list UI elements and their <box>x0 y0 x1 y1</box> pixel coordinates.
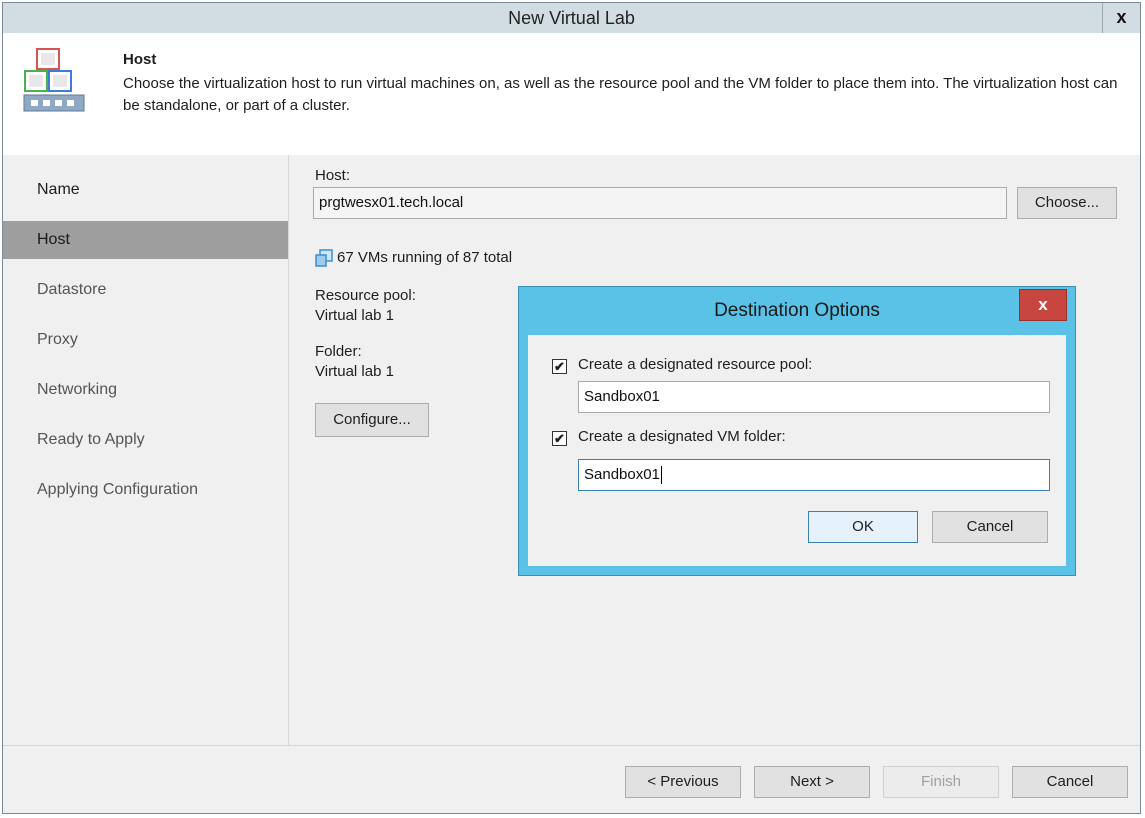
folder-checkbox[interactable]: ✔ <box>552 431 567 446</box>
resource-pool-value: Virtual lab 1 <box>315 307 394 324</box>
dialog-body: ✔ Create a designated resource pool: San… <box>528 335 1066 566</box>
step-ready-to-apply[interactable]: Ready to Apply <box>3 415 288 465</box>
host-field[interactable]: prgtwesx01.tech.local <box>313 187 1007 219</box>
wizard-steps: Name Host Datastore Proxy Networking Rea… <box>3 155 289 745</box>
text-caret <box>660 466 662 485</box>
vm-icon <box>315 249 333 267</box>
vms-status: 67 VMs running of 87 total <box>337 249 513 266</box>
dialog-close-button[interactable]: x <box>1019 289 1067 321</box>
folder-label: Folder: <box>315 343 362 360</box>
dialog-title: Destination Options <box>714 300 880 321</box>
wizard-footer: < Previous Next > Finish Cancel <box>3 745 1140 816</box>
resource-pool-label: Resource pool: <box>315 287 416 304</box>
step-name[interactable]: Name <box>3 165 288 215</box>
folder-checkbox-label: Create a designated VM folder: <box>578 428 786 445</box>
folder-value: Virtual lab 1 <box>315 363 394 380</box>
dialog-cancel-button[interactable]: Cancel <box>932 511 1048 543</box>
host-icon <box>23 48 85 112</box>
finish-button[interactable]: Finish <box>883 766 999 798</box>
step-description: Choose the virtualization host to run vi… <box>123 75 1118 114</box>
step-title: Host <box>123 51 157 68</box>
next-button[interactable]: Next > <box>754 766 870 798</box>
pool-checkbox[interactable]: ✔ <box>552 359 567 374</box>
step-host[interactable]: Host <box>3 221 288 259</box>
step-proxy[interactable]: Proxy <box>3 315 288 365</box>
host-label: Host: <box>315 167 351 184</box>
resource-pool-input[interactable]: Sandbox01 <box>578 381 1050 413</box>
vm-folder-input[interactable]: Sandbox01 <box>578 459 1050 491</box>
dialog-ok-button[interactable]: OK <box>808 511 918 543</box>
configure-button[interactable]: Configure... <box>315 403 429 437</box>
vm-folder-value: Sandbox01 <box>584 466 660 483</box>
pool-checkbox-label: Create a designated resource pool: <box>578 356 813 373</box>
title-bar: New Virtual Lab x <box>3 3 1140 33</box>
window-title: New Virtual Lab <box>508 8 635 28</box>
step-applying-configuration[interactable]: Applying Configuration <box>3 465 288 515</box>
destination-options-dialog: Destination Options x ✔ Create a designa… <box>518 286 1076 576</box>
cancel-button[interactable]: Cancel <box>1012 766 1128 798</box>
previous-button[interactable]: < Previous <box>625 766 741 798</box>
step-datastore[interactable]: Datastore <box>3 265 288 315</box>
wizard-header: Host Choose the virtualization host to r… <box>3 33 1140 155</box>
step-networking[interactable]: Networking <box>3 365 288 415</box>
close-button[interactable]: x <box>1102 3 1140 33</box>
choose-button[interactable]: Choose... <box>1017 187 1117 219</box>
